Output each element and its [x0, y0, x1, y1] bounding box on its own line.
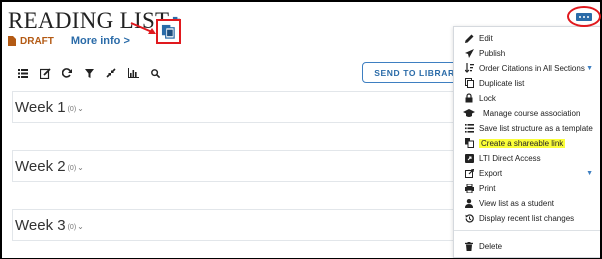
menu-item-manage-course[interactable]: Manage course association: [454, 106, 600, 120]
menu-item-recent-changes[interactable]: Display recent list changes: [454, 211, 600, 225]
chevron-right-icon: >: [123, 35, 130, 47]
actions-menu: Edit Publish Order Citations in All Sect…: [453, 26, 600, 258]
print-icon: [463, 182, 475, 194]
send-icon: [463, 47, 475, 59]
refresh-icon[interactable]: [56, 66, 78, 80]
menu-item-print[interactable]: Print: [454, 181, 600, 195]
list-structure-icon: [463, 122, 475, 134]
list-meta-row: DRAFT More info >: [8, 35, 130, 47]
trash-icon: [463, 240, 475, 252]
external-square-icon: [463, 152, 475, 164]
section-title: Week 3: [15, 216, 66, 234]
menu-item-publish[interactable]: Publish: [454, 46, 600, 60]
chevron-down-icon[interactable]: ⌄: [77, 163, 84, 172]
export-icon: [463, 167, 475, 179]
menu-item-lock[interactable]: Lock: [454, 91, 600, 105]
user-icon: [463, 197, 475, 209]
graduation-cap-icon: [463, 107, 475, 119]
ellipsis-icon: [576, 12, 592, 21]
list-icon[interactable]: [12, 66, 34, 80]
shareable-link-button[interactable]: [156, 19, 181, 44]
section-count: (0): [67, 164, 77, 172]
menu-item-view-as-student[interactable]: View list as a student: [454, 196, 600, 210]
status-badge: DRAFT: [8, 36, 54, 47]
menu-item-create-shareable-link[interactable]: Create a shareable link: [454, 136, 600, 150]
status-label: DRAFT: [20, 35, 54, 47]
chevron-down-icon[interactable]: ⌄: [77, 104, 84, 113]
section-week-1[interactable]: Week 1 (0) ⌄: [12, 91, 472, 123]
menu-divider: [454, 230, 600, 231]
section-week-2[interactable]: Week 2 (0) ⌄: [12, 150, 472, 182]
menu-item-save-template[interactable]: Save list structure as a template: [454, 121, 600, 135]
collapse-icon[interactable]: [100, 66, 122, 80]
menu-item-export[interactable]: Export ▼: [454, 166, 600, 180]
menu-item-order-citations[interactable]: Order Citations in All Sections ▼: [454, 61, 600, 75]
annotation-arrow-icon: [130, 22, 156, 34]
pencil-icon: [463, 32, 475, 44]
list-toolbar: [12, 66, 166, 80]
lock-icon: [463, 92, 475, 104]
section-title: Week 1: [15, 98, 66, 116]
menu-item-duplicate-list[interactable]: Duplicate list: [454, 76, 600, 90]
section-count: (0): [67, 105, 77, 113]
draft-document-icon: [8, 36, 16, 46]
menu-item-delete[interactable]: Delete: [454, 239, 600, 253]
more-info-link[interactable]: More info >: [71, 35, 130, 47]
section-title: Week 2: [15, 157, 66, 175]
section-week-3[interactable]: Week 3 (0) ⌄: [12, 209, 472, 241]
section-count: (0): [67, 223, 77, 231]
sort-icon: [463, 62, 475, 74]
history-icon: [463, 212, 475, 224]
more-actions-button[interactable]: [567, 6, 601, 27]
menu-item-edit[interactable]: Edit: [454, 31, 600, 45]
filter-icon[interactable]: [78, 66, 100, 80]
search-icon[interactable]: [144, 66, 166, 80]
menu-item-lti-direct-access[interactable]: LTI Direct Access: [454, 151, 600, 165]
highlighted-label: Create a shareable link: [479, 138, 566, 148]
copy-document-icon: [161, 24, 175, 39]
chevron-down-icon[interactable]: ⌄: [77, 222, 84, 231]
duplicate-icon: [463, 77, 475, 89]
reading-list-page: READING LIST DRAFT More info > SEND TO L…: [2, 2, 600, 258]
share-link-icon: [463, 137, 475, 149]
caret-down-icon: ▼: [586, 169, 593, 177]
analytics-icon[interactable]: [122, 66, 144, 80]
edit-icon[interactable]: [34, 66, 56, 80]
caret-down-icon: ▼: [586, 64, 593, 72]
